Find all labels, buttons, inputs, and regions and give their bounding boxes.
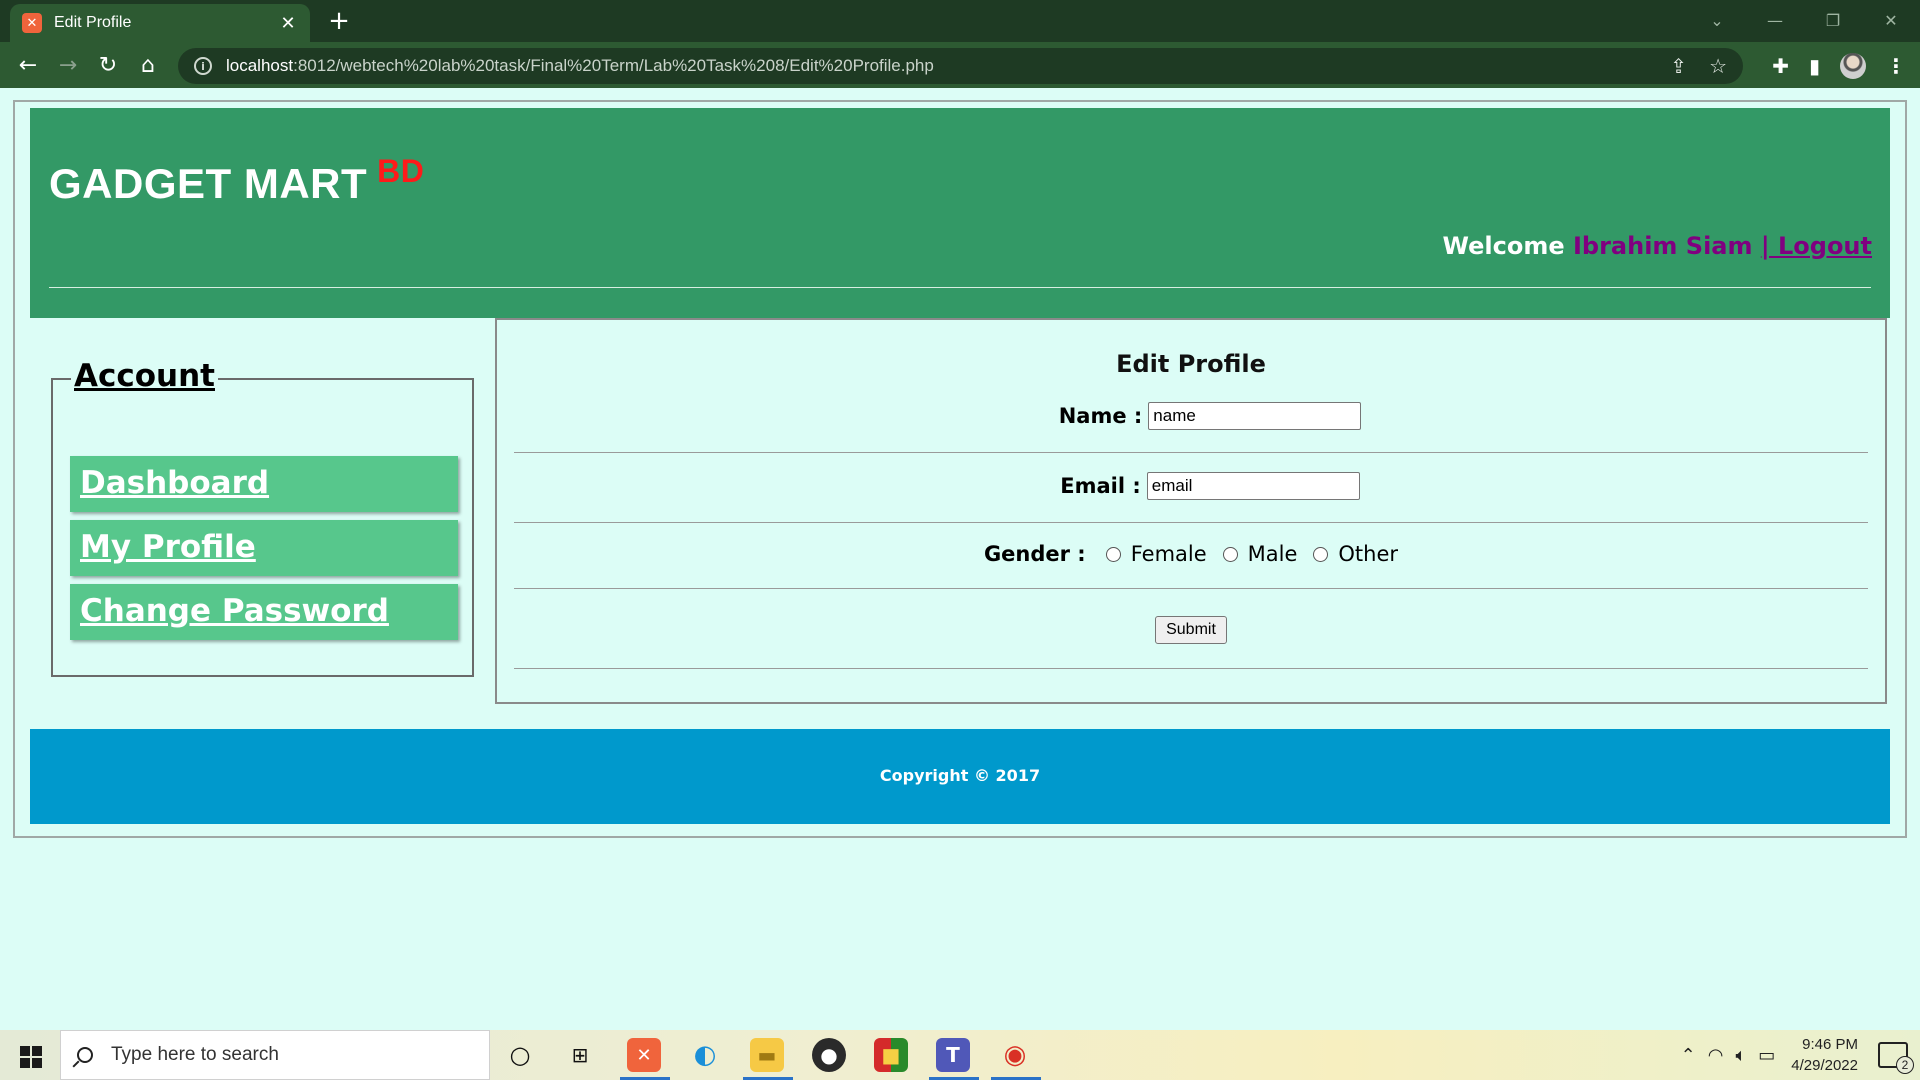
url-path: :8012/webtech%20lab%20task/Final%20Term/… bbox=[293, 56, 934, 75]
sidebar-item-my-profile[interactable]: My Profile bbox=[70, 520, 458, 576]
form-divider bbox=[514, 452, 1868, 453]
notification-icon[interactable]: 2 bbox=[1878, 1042, 1914, 1074]
gender-label: Gender : bbox=[983, 542, 1086, 566]
other-radio[interactable] bbox=[1313, 546, 1329, 562]
submit-button[interactable]: Submit bbox=[1155, 616, 1227, 644]
brand-name: GADGET MART bbox=[49, 160, 368, 207]
toolbar-right: ✚ ▮ ⋮ bbox=[1772, 50, 1906, 82]
female-radio[interactable] bbox=[1105, 546, 1121, 562]
name-row: Name : bbox=[497, 402, 1885, 430]
email-field[interactable] bbox=[1146, 472, 1360, 500]
email-row: Email : bbox=[497, 472, 1885, 500]
profile-avatar[interactable] bbox=[1840, 53, 1866, 79]
sidebar-item-change-password[interactable]: Change Password bbox=[70, 584, 458, 640]
address-bar[interactable]: i localhost:8012/webtech%20lab%20task/Fi… bbox=[178, 48, 1743, 84]
browser-tab[interactable]: ✕ Edit Profile ✕ bbox=[10, 4, 310, 42]
url-text[interactable]: localhost:8012/webtech%20lab%20task/Fina… bbox=[226, 56, 1648, 76]
back-icon[interactable]: ← bbox=[12, 50, 44, 82]
account-legend: Account bbox=[71, 358, 218, 394]
url-host: localhost bbox=[226, 56, 294, 75]
battery-icon[interactable]: ▭ bbox=[1758, 1045, 1775, 1066]
task-view-icon[interactable]: ⊞ bbox=[563, 1038, 597, 1072]
system-tray: ⌃ ◠ 🔈︎ ▭ 9:46 PM 4/29/2022 2 bbox=[1675, 1030, 1920, 1080]
sidebar-item-dashboard[interactable]: Dashboard bbox=[70, 456, 458, 512]
account-fieldset: Account Dashboard My Profile Change Pass… bbox=[51, 358, 474, 677]
menu-dots-icon[interactable]: ⋮ bbox=[1886, 54, 1906, 78]
notification-count: 2 bbox=[1896, 1056, 1914, 1074]
xampp-icon: ✕ bbox=[22, 13, 42, 33]
male-option-label: Male bbox=[1247, 542, 1298, 566]
wifi-icon[interactable]: ◠ bbox=[1708, 1045, 1724, 1066]
gender-row: Gender : Female Male Other bbox=[497, 542, 1885, 566]
windows-start-icon[interactable] bbox=[12, 1042, 48, 1070]
browser-tabbar: ✕ Edit Profile ✕ + ⌄ — ❐ ✕ bbox=[0, 0, 1920, 42]
form-divider bbox=[514, 588, 1868, 589]
taskbar-clock[interactable]: 9:46 PM 4/29/2022 bbox=[1791, 1034, 1858, 1076]
cortana-icon[interactable]: ○ bbox=[503, 1038, 537, 1072]
site-footer: Copyright © 2017 bbox=[30, 729, 1890, 824]
search-icon bbox=[77, 1047, 93, 1063]
clock-time: 9:46 PM bbox=[1802, 1036, 1858, 1053]
window-controls: ⌄ — ❐ ✕ bbox=[1688, 0, 1920, 42]
user-name: Ibrahim Siam bbox=[1572, 232, 1753, 260]
site-info-icon[interactable]: i bbox=[194, 57, 212, 75]
form-divider bbox=[514, 668, 1868, 669]
email-label: Email : bbox=[1060, 474, 1141, 498]
welcome-message: Welcome Ibrahim Siam | Logout bbox=[1442, 232, 1872, 260]
site-brand: GADGET MART BD bbox=[49, 153, 424, 208]
form-divider bbox=[514, 522, 1868, 523]
restore-button[interactable]: ❐ bbox=[1804, 0, 1862, 40]
new-tab-button[interactable]: + bbox=[324, 6, 354, 36]
name-field[interactable] bbox=[1148, 402, 1362, 430]
site-header: GADGET MART BD Welcome Ibrahim Siam | Log… bbox=[30, 108, 1890, 318]
winrar-icon[interactable]: ■ bbox=[874, 1038, 908, 1072]
volume-icon[interactable]: 🔈︎ bbox=[1735, 1045, 1746, 1066]
male-radio[interactable] bbox=[1222, 546, 1238, 562]
header-divider bbox=[49, 287, 1871, 288]
reload-icon[interactable]: ↻ bbox=[92, 50, 124, 82]
chevron-up-icon[interactable]: ⌃ bbox=[1681, 1045, 1696, 1066]
logout-link[interactable]: | Logout bbox=[1761, 232, 1872, 260]
side-panel-icon[interactable]: ▮ bbox=[1809, 54, 1820, 78]
copyright-text: Copyright © 2017 bbox=[879, 766, 1041, 785]
windows-taskbar: Type here to search ○ ⊞ ✕ ◐ ▬ ● ■ T ◉ ⌃ … bbox=[0, 1030, 1920, 1080]
teams-icon[interactable]: T bbox=[936, 1038, 970, 1072]
obs-icon[interactable]: ● bbox=[812, 1038, 846, 1072]
submit-row: Submit bbox=[497, 616, 1885, 644]
page-title: Edit Profile bbox=[1116, 350, 1266, 378]
name-label: Name : bbox=[1058, 404, 1143, 428]
clock-date: 4/29/2022 bbox=[1791, 1057, 1858, 1074]
taskbar-search-input[interactable]: Type here to search bbox=[60, 1030, 490, 1080]
share-icon[interactable]: ⇪ bbox=[1670, 54, 1687, 78]
close-tab-icon[interactable]: ✕ bbox=[278, 13, 298, 34]
edge-icon[interactable]: ◐ bbox=[688, 1038, 722, 1072]
browser-toolbar: ← → ↻ ⌂ i localhost:8012/webtech%20lab%2… bbox=[0, 42, 1920, 88]
chrome-icon[interactable]: ◉ bbox=[998, 1038, 1032, 1072]
file-explorer-icon[interactable]: ▬ bbox=[750, 1038, 784, 1072]
tab-search-icon[interactable]: ⌄ bbox=[1688, 0, 1746, 40]
xampp-taskbar-icon[interactable]: ✕ bbox=[627, 1038, 661, 1072]
home-icon[interactable]: ⌂ bbox=[132, 50, 164, 82]
female-option-label: Female bbox=[1130, 542, 1207, 566]
edit-profile-panel: Edit Profile Name : Email : Gender : Fem… bbox=[495, 318, 1887, 704]
bookmark-star-icon[interactable]: ☆ bbox=[1709, 54, 1727, 78]
search-placeholder: Type here to search bbox=[111, 1044, 279, 1065]
brand-suffix: BD bbox=[377, 153, 425, 189]
extensions-icon[interactable]: ✚ bbox=[1772, 54, 1789, 78]
minimize-button[interactable]: — bbox=[1746, 0, 1804, 40]
close-window-button[interactable]: ✕ bbox=[1862, 0, 1920, 40]
tab-title: Edit Profile bbox=[54, 14, 132, 31]
welcome-prefix: Welcome bbox=[1442, 232, 1565, 260]
other-option-label: Other bbox=[1338, 542, 1399, 566]
forward-icon[interactable]: → bbox=[52, 50, 84, 82]
